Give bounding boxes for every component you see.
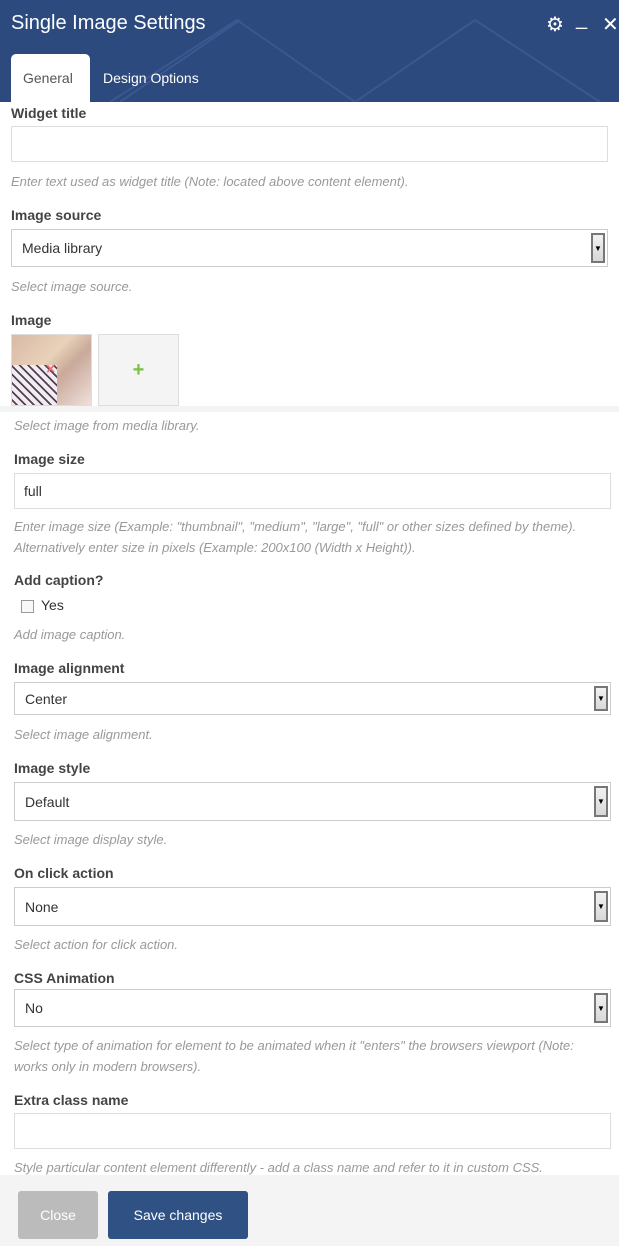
chevron-down-icon: ▼ bbox=[594, 993, 608, 1023]
on-click-label: On click action bbox=[14, 865, 114, 881]
image-style-value: Default bbox=[25, 793, 70, 810]
image-size-label: Image size bbox=[14, 451, 85, 467]
close-button[interactable]: Close bbox=[18, 1191, 98, 1239]
css-animation-value: No bbox=[25, 1000, 43, 1016]
tab-general[interactable]: General bbox=[11, 54, 90, 102]
dialog-header: Single Image Settings ⚙ _ ✕ General Desi… bbox=[0, 0, 619, 102]
image-size-input[interactable]: full bbox=[14, 473, 611, 509]
image-alignment-select[interactable]: Center ▼ bbox=[14, 682, 611, 715]
save-changes-button[interactable]: Save changes bbox=[108, 1191, 248, 1239]
add-image-button[interactable]: + bbox=[98, 334, 179, 406]
image-help: Select image from media library. bbox=[14, 418, 200, 433]
chevron-down-icon: ▼ bbox=[594, 686, 608, 711]
css-animation-help: Select type of animation for element to … bbox=[14, 1038, 574, 1074]
chevron-down-icon: ▼ bbox=[591, 233, 605, 263]
image-alignment-help: Select image alignment. bbox=[14, 727, 153, 742]
widget-title-label: Widget title bbox=[11, 105, 87, 121]
image-source-value: Media library bbox=[22, 240, 103, 256]
add-caption-help: Add image caption. bbox=[14, 627, 126, 642]
extra-class-input[interactable] bbox=[14, 1113, 611, 1149]
add-caption-label: Add caption? bbox=[14, 572, 104, 588]
on-click-select[interactable]: None ▼ bbox=[14, 887, 611, 926]
image-alignment-value: Center bbox=[25, 690, 68, 707]
image-source-select[interactable]: Media library ▼ bbox=[11, 229, 608, 267]
image-size-help: Enter image size (Example: "thumbnail", … bbox=[14, 519, 577, 555]
image-source-label: Image source bbox=[11, 207, 102, 223]
extra-class-label: Extra class name bbox=[14, 1092, 129, 1108]
add-caption-option[interactable]: Yes bbox=[41, 597, 64, 613]
tab-design-options[interactable]: Design Options bbox=[91, 54, 211, 102]
on-click-value: None bbox=[25, 898, 59, 915]
image-thumbnail[interactable]: × bbox=[11, 334, 92, 406]
widget-title-help: Enter text used as widget title (Note: l… bbox=[11, 174, 409, 189]
chevron-down-icon: ▼ bbox=[594, 891, 608, 922]
css-animation-label: CSS Animation bbox=[14, 970, 115, 986]
css-animation-select[interactable]: No ▼ bbox=[14, 989, 611, 1027]
gear-icon[interactable]: ⚙ bbox=[546, 12, 564, 37]
image-source-help: Select image source. bbox=[11, 279, 133, 294]
chevron-down-icon: ▼ bbox=[594, 786, 608, 817]
close-icon[interactable]: ✕ bbox=[602, 12, 619, 37]
image-style-label: Image style bbox=[14, 760, 91, 776]
remove-image-icon[interactable]: × bbox=[46, 361, 55, 379]
image-style-select[interactable]: Default ▼ bbox=[14, 782, 611, 821]
widget-title-input[interactable] bbox=[11, 126, 608, 162]
minimize-icon[interactable]: _ bbox=[576, 8, 587, 31]
divider bbox=[0, 406, 619, 412]
dialog-title: Single Image Settings bbox=[11, 12, 206, 34]
image-label: Image bbox=[11, 312, 52, 328]
image-style-help: Select image display style. bbox=[14, 832, 168, 847]
add-caption-checkbox[interactable] bbox=[21, 600, 34, 613]
image-alignment-label: Image alignment bbox=[14, 660, 125, 676]
on-click-help: Select action for click action. bbox=[14, 937, 179, 952]
plus-icon: + bbox=[132, 358, 145, 381]
